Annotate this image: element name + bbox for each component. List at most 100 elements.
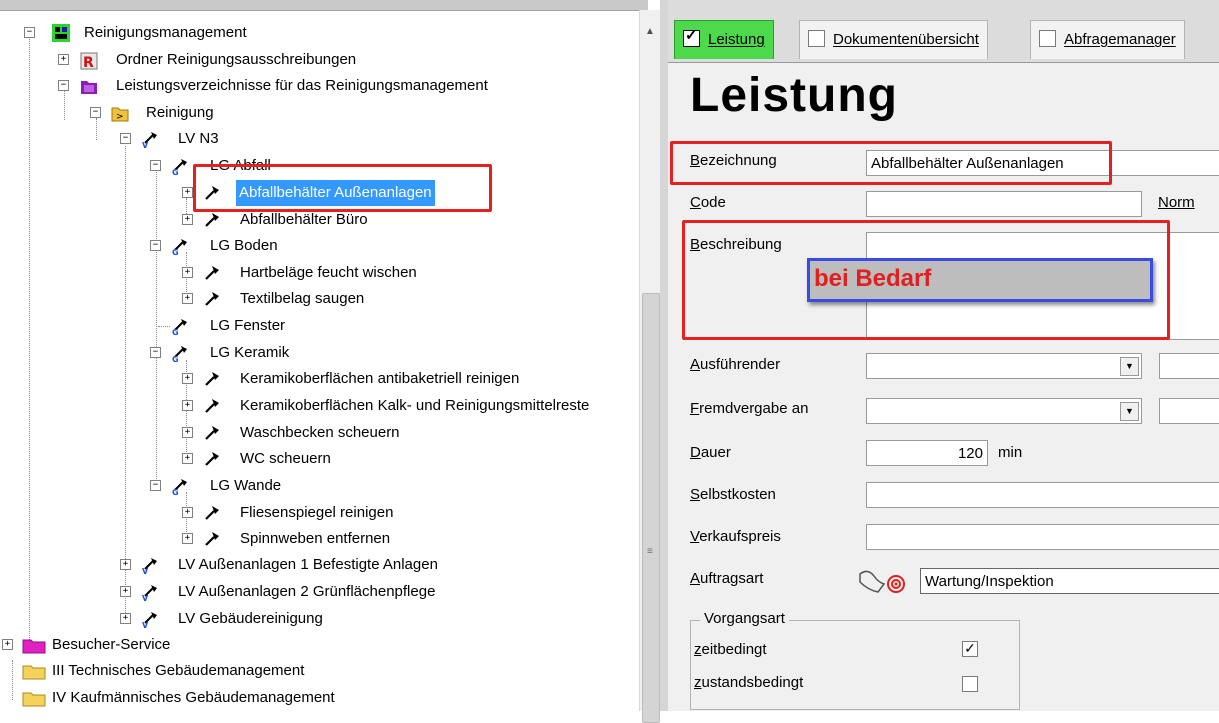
tree-collapse-icon[interactable]: − xyxy=(150,347,161,358)
lg-icon: G xyxy=(172,479,187,495)
fremdvergabe-secondary-field[interactable] xyxy=(1159,398,1219,424)
lg-icon: G xyxy=(172,239,187,255)
panel-splitter[interactable] xyxy=(660,0,668,711)
tree-expand-icon[interactable]: + xyxy=(182,214,193,225)
hammer-icon xyxy=(205,506,219,520)
tree-node-label: WC scheuern xyxy=(240,450,331,467)
detail-panel: ✓ Leistung Dokumentenübersicht Abfrageman… xyxy=(668,0,1219,711)
tree-node-label: Keramikoberflächen Kalk- und Reinigungsm… xyxy=(240,397,590,414)
hammer-icon xyxy=(205,532,219,546)
verkaufspreis-field[interactable] xyxy=(866,524,1219,550)
tree-expand-icon[interactable]: + xyxy=(58,54,69,65)
tree-expand-icon[interactable]: + xyxy=(120,586,131,597)
lv-icon: V xyxy=(142,612,157,628)
purple-folder-icon xyxy=(81,81,97,94)
ausfuehrender-secondary-field[interactable] xyxy=(1159,353,1219,379)
tree-expand-icon[interactable]: + xyxy=(120,559,131,570)
svg-text:G: G xyxy=(172,328,179,335)
tree-node-label: Waschbecken scheuern xyxy=(240,424,400,441)
tree-expand-icon[interactable]: + xyxy=(182,427,193,438)
tree-panel: − Reinigungsmanagement + R Ordner Reinig… xyxy=(0,0,648,711)
tree-connector xyxy=(64,90,65,120)
verkaufspreis-label: Verkaufspreis xyxy=(690,528,781,545)
zeitbedingt-checkbox[interactable]: ✓ xyxy=(962,641,978,657)
tree-node-label: LG Keramik xyxy=(210,344,290,361)
svg-text:V: V xyxy=(142,594,149,601)
tree-connector xyxy=(29,36,30,646)
tab-leistung[interactable]: ✓ Leistung xyxy=(674,20,774,59)
tree-expand-icon[interactable]: + xyxy=(182,187,193,198)
tree-collapse-icon[interactable]: − xyxy=(120,133,131,144)
tree-node-label: IV Kaufmännisches Gebäudemanagement xyxy=(52,689,335,706)
ausfuehrender-label: Ausführender xyxy=(690,356,781,373)
folder-icon xyxy=(22,692,46,707)
tree-scrollbar[interactable]: ▲ ≡ xyxy=(639,10,660,723)
auftragsart-label: Auftragsart xyxy=(690,570,764,587)
checkbox-icon[interactable] xyxy=(808,30,825,47)
selbstkosten-field[interactable] xyxy=(866,482,1219,508)
tree-expand-icon[interactable]: + xyxy=(182,533,193,544)
lg-icon: G xyxy=(172,346,187,362)
folder-icon xyxy=(22,665,46,680)
tree-node-label: LV Gebäudereinigung xyxy=(178,610,323,627)
checkbox-icon[interactable]: ✓ xyxy=(683,27,700,47)
hammer-icon xyxy=(205,399,219,413)
tree-node-label: Reinigung xyxy=(146,104,214,121)
tree-expand-icon[interactable]: + xyxy=(182,453,193,464)
tree-collapse-icon[interactable]: − xyxy=(24,27,35,38)
chevron-down-icon[interactable]: ▼ xyxy=(1120,402,1139,421)
tree-connector xyxy=(156,172,157,487)
tree-node-label: III Technisches Gebäudemanagement xyxy=(52,662,305,679)
zustandsbedingt-checkbox[interactable] xyxy=(962,676,978,692)
tree-collapse-icon[interactable]: − xyxy=(150,480,161,491)
report-icon: R xyxy=(80,52,98,70)
tree-node-label: Hartbeläge feucht wischen xyxy=(240,264,417,281)
chevron-down-icon[interactable]: ▼ xyxy=(1120,357,1139,376)
dauer-field[interactable]: 120 xyxy=(866,440,988,466)
tree-collapse-icon[interactable]: − xyxy=(58,80,69,91)
fremdvergabe-label: Fremdvergabe an xyxy=(690,400,809,417)
tab-label: Abfragemanager xyxy=(1064,31,1176,48)
tree-node-label: Reinigungsmanagement xyxy=(84,24,247,41)
tree-expand-icon[interactable]: + xyxy=(182,293,193,304)
svg-text:R: R xyxy=(83,55,94,70)
tree-node-label: LV N3 xyxy=(178,130,219,147)
tab-bar: ✓ Leistung Dokumentenübersicht Abfrageman… xyxy=(668,0,1219,63)
selbstkosten-label: Selbstkosten xyxy=(690,486,776,503)
vorgangsart-group xyxy=(690,620,1020,710)
code-field[interactable] xyxy=(866,191,1142,217)
tree-collapse-icon[interactable]: − xyxy=(150,240,161,251)
annotation-note-bei-bedarf: bei Bedarf xyxy=(807,258,1153,302)
tab-abfragemanager[interactable]: Abfragemanager xyxy=(1030,20,1185,59)
tree-expand-icon[interactable]: + xyxy=(2,639,13,650)
hammer-icon xyxy=(205,372,219,386)
zustandsbedingt-label: zustandsbedingt xyxy=(694,674,804,691)
tree-expand-icon[interactable]: + xyxy=(182,507,193,518)
tree-expand-icon[interactable]: + xyxy=(120,613,131,624)
tree-collapse-icon[interactable]: − xyxy=(90,107,101,118)
scrollbar-thumb[interactable]: ≡ xyxy=(642,293,660,723)
tree-expand-icon[interactable]: + xyxy=(182,373,193,384)
scroll-up-arrow-icon[interactable]: ▲ xyxy=(640,24,660,40)
tree-node-label: Textilbelag saugen xyxy=(240,290,365,307)
tab-dokumentenuebersicht[interactable]: Dokumentenübersicht xyxy=(799,20,988,59)
tree-node-label: Spinnweben entfernen xyxy=(240,530,391,547)
auftragsart-icon xyxy=(859,570,905,593)
tree-node-label: LV Außenanlagen 2 Grünflächenpflege xyxy=(178,583,436,600)
tree-node-label: LG Fenster xyxy=(210,317,286,334)
auftragsart-field[interactable]: Wartung/Inspektion xyxy=(920,568,1219,594)
tab-label: Leistung xyxy=(708,31,765,48)
code-label: Code xyxy=(690,194,726,211)
dauer-label: Dauer xyxy=(690,444,731,461)
ausfuehrender-select[interactable]: ▼ xyxy=(866,353,1142,379)
tree-collapse-icon[interactable]: − xyxy=(150,160,161,171)
fremdvergabe-select[interactable]: ▼ xyxy=(866,398,1142,424)
checkbox-icon[interactable] xyxy=(1039,30,1056,47)
lg-icon: G xyxy=(172,159,187,175)
svg-text:G: G xyxy=(172,168,179,175)
tree-expand-icon[interactable]: + xyxy=(182,267,193,278)
tree-node-label: LG Wande xyxy=(210,477,282,494)
tree-expand-icon[interactable]: + xyxy=(182,400,193,411)
lv-icon: V xyxy=(142,132,157,148)
tree-connector xyxy=(158,326,170,327)
